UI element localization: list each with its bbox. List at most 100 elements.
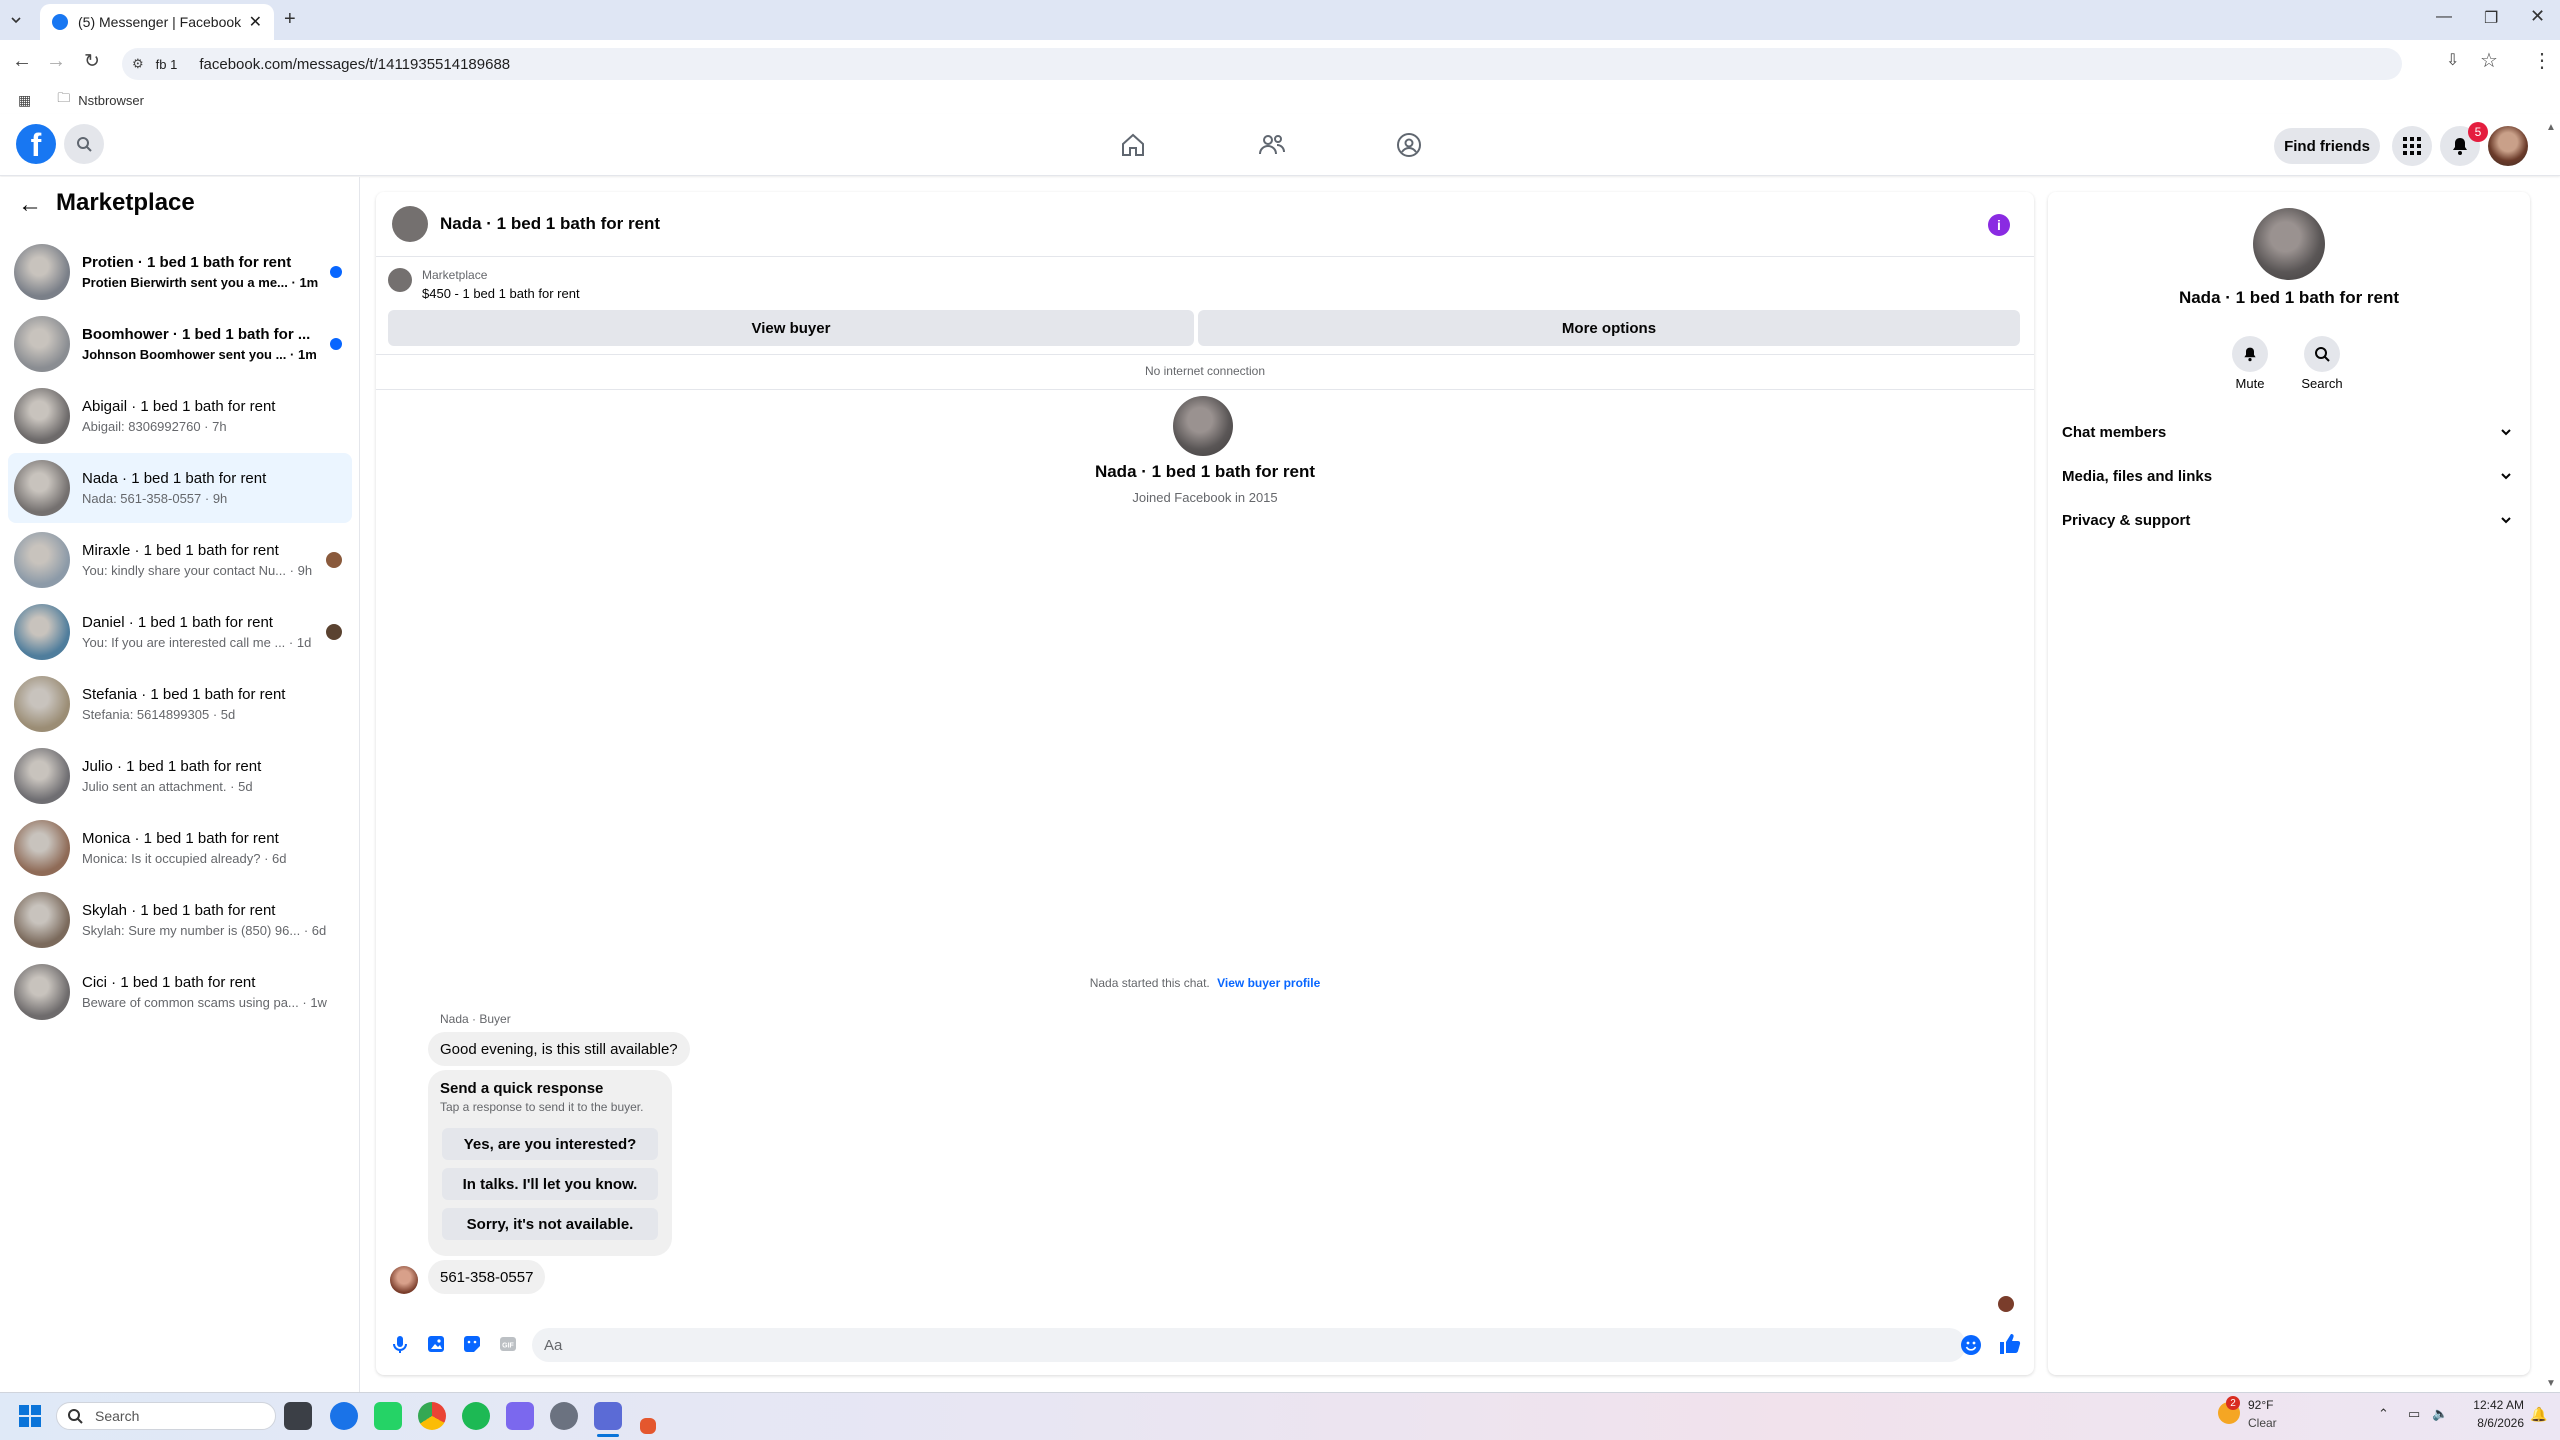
tab-close-icon[interactable]: ✕ bbox=[249, 12, 262, 32]
windows-start-icon[interactable] bbox=[18, 1404, 42, 1428]
mute-button[interactable] bbox=[2232, 336, 2268, 372]
message-input[interactable]: Aa bbox=[532, 1328, 1966, 1362]
browser-menu-icon[interactable]: ⋮ bbox=[2532, 48, 2552, 73]
section-media-files[interactable]: Media, files and links bbox=[2062, 456, 2512, 496]
find-friends-button[interactable]: Find friends bbox=[2274, 128, 2380, 164]
section-privacy-support[interactable]: Privacy & support bbox=[2062, 500, 2512, 540]
conversation-avatar bbox=[14, 964, 70, 1020]
settings-gear-icon[interactable] bbox=[550, 1402, 578, 1430]
scroll-up-icon[interactable]: ▲ bbox=[2546, 122, 2556, 133]
listing-detail[interactable]: $450 - 1 bed 1 bath for rent bbox=[422, 286, 580, 301]
info-avatar[interactable] bbox=[2253, 208, 2325, 280]
nstbrowser-icon[interactable] bbox=[594, 1402, 622, 1430]
groups-nav[interactable] bbox=[1396, 132, 1422, 158]
scroll-down-icon[interactable]: ▼ bbox=[2546, 1378, 2556, 1389]
conversation-item[interactable]: Boomhower · 1 bed 1 bath for ... Johnson … bbox=[8, 309, 352, 379]
tab-search-icon[interactable] bbox=[8, 12, 24, 28]
taskbar-search[interactable]: Search bbox=[56, 1402, 276, 1430]
weather-desc[interactable]: Clear bbox=[2248, 1416, 2277, 1430]
search-in-chat-button[interactable] bbox=[2304, 336, 2340, 372]
emoji-button[interactable] bbox=[1960, 1334, 1982, 1356]
network-icon[interactable]: ▭ bbox=[2408, 1406, 2420, 1422]
search-icon bbox=[2315, 347, 2330, 362]
volume-icon[interactable]: 🔈 bbox=[2432, 1406, 2448, 1422]
app-icon[interactable] bbox=[506, 1402, 534, 1430]
sender-avatar[interactable] bbox=[390, 1266, 418, 1294]
bookmark-star-icon[interactable]: ☆ bbox=[2480, 48, 2498, 73]
image-icon bbox=[428, 1336, 444, 1352]
view-buyer-button[interactable]: View buyer bbox=[388, 310, 1194, 346]
conversation-item[interactable]: Protien · 1 bed 1 bath for rent Protien B… bbox=[8, 237, 352, 307]
weather-temp[interactable]: 92°F bbox=[2248, 1398, 2273, 1412]
notification-bell-icon[interactable]: 🔔 bbox=[2530, 1406, 2547, 1423]
facebook-logo[interactable]: f bbox=[16, 124, 56, 164]
chat-header-avatar[interactable] bbox=[392, 206, 428, 242]
conversation-item[interactable]: Miraxle · 1 bed 1 bath for rent You: kind… bbox=[8, 525, 352, 595]
minimize-icon[interactable]: — bbox=[2436, 8, 2452, 26]
listing-thumbnail[interactable] bbox=[388, 268, 412, 292]
profile-chip[interactable]: fb 1 bbox=[156, 57, 178, 72]
message-bubble[interactable]: 561-358-0557 bbox=[428, 1260, 546, 1294]
clock-date[interactable]: 8/6/2026 bbox=[2464, 1416, 2524, 1430]
window-close-icon[interactable]: ✕ bbox=[2530, 6, 2545, 27]
apps-grid-icon[interactable]: ▦ bbox=[18, 92, 31, 109]
chrome-icon[interactable] bbox=[330, 1402, 358, 1430]
spotify-icon[interactable] bbox=[462, 1402, 490, 1430]
forward-icon[interactable]: → bbox=[46, 50, 66, 73]
back-arrow-icon[interactable]: ← bbox=[18, 191, 42, 219]
conversation-item[interactable]: Stefania · 1 bed 1 bath for rent Stefania… bbox=[8, 669, 352, 739]
quick-reply-button[interactable]: Sorry, it's not available. bbox=[442, 1208, 658, 1240]
clock-time[interactable]: 12:42 AM bbox=[2464, 1398, 2524, 1412]
info-icon[interactable]: i bbox=[1988, 214, 2010, 236]
address-bar[interactable]: ⚙ fb 1 facebook.com/messages/t/141193551… bbox=[122, 48, 2402, 80]
whatsapp-icon[interactable] bbox=[374, 1402, 402, 1430]
back-icon[interactable]: ← bbox=[12, 50, 32, 73]
conversation-item[interactable]: Julio · 1 bed 1 bath for rent Julio sent … bbox=[8, 741, 352, 811]
gif-button[interactable]: GIF bbox=[498, 1334, 518, 1354]
bookmark-folder[interactable]: Nstbrowser bbox=[78, 93, 144, 108]
new-tab-icon[interactable]: + bbox=[284, 8, 296, 31]
section-chat-members[interactable]: Chat members bbox=[2062, 412, 2512, 452]
voice-clip-button[interactable] bbox=[390, 1334, 410, 1354]
tray-chevron-icon[interactable]: ⌃ bbox=[2378, 1406, 2389, 1422]
view-buyer-profile-link[interactable]: View buyer profile bbox=[1217, 976, 1320, 990]
site-info-icon[interactable]: ⚙ bbox=[132, 56, 144, 72]
profile-photo[interactable] bbox=[1173, 396, 1233, 456]
install-app-icon[interactable]: ⇩ bbox=[2446, 50, 2459, 70]
conversation-item[interactable]: Monica · 1 bed 1 bath for rent Monica: Is… bbox=[8, 813, 352, 883]
home-nav[interactable] bbox=[1120, 132, 1146, 158]
url-text[interactable]: facebook.com/messages/t/1411935514189688 bbox=[199, 56, 510, 73]
conversation-snippet: Protien Bierwirth sent you a me... · 1m bbox=[82, 275, 319, 290]
conversation-item[interactable]: Skylah · 1 bed 1 bath for rent Skylah: Su… bbox=[8, 885, 352, 955]
conversation-item[interactable]: Cici · 1 bed 1 bath for rent Beware of co… bbox=[8, 957, 352, 1027]
quick-reply-button[interactable]: In talks. I'll let you know. bbox=[442, 1168, 658, 1200]
quick-reply-button[interactable]: Yes, are you interested? bbox=[442, 1128, 658, 1160]
menu-button[interactable] bbox=[2392, 126, 2432, 166]
friends-nav[interactable] bbox=[1258, 132, 1286, 158]
tab-title: (5) Messenger | Facebook bbox=[78, 14, 242, 30]
conversation-name: Julio · 1 bed 1 bath for rent bbox=[82, 758, 262, 775]
folder-icon: 🗀 bbox=[57, 90, 71, 105]
conversation-item[interactable]: Daniel · 1 bed 1 bath for rent You: If yo… bbox=[8, 597, 352, 667]
restore-icon[interactable]: ❐ bbox=[2484, 8, 2498, 28]
conversation-item[interactable]: Abigail · 1 bed 1 bath for rent Abigail: … bbox=[8, 381, 352, 451]
snippet-time: 1w bbox=[310, 995, 327, 1010]
like-button[interactable] bbox=[1998, 1332, 2022, 1356]
sticker-button[interactable] bbox=[462, 1334, 482, 1354]
message-bubble[interactable]: Good evening, is this still available? bbox=[428, 1032, 690, 1066]
browser-tab[interactable]: (5) Messenger | Facebook ✕ bbox=[40, 4, 274, 40]
chat-title[interactable]: Nada · 1 bed 1 bath for rent bbox=[440, 214, 660, 234]
task-view-icon[interactable] bbox=[284, 1402, 312, 1430]
attach-media-button[interactable] bbox=[426, 1334, 446, 1354]
search-button[interactable] bbox=[64, 124, 104, 164]
conversation-snippet: Monica: Is it occupied already? · 6d bbox=[82, 851, 287, 866]
profile-avatar[interactable] bbox=[2488, 126, 2528, 166]
snippet-time: 1d bbox=[296, 635, 312, 650]
more-options-button[interactable]: More options bbox=[1198, 310, 2020, 346]
conversation-snippet: Julio sent an attachment. · 5d bbox=[82, 779, 253, 794]
quick-response-card: Send a quick response Tap a response to … bbox=[428, 1070, 672, 1256]
pinned-app-icon[interactable] bbox=[640, 1418, 656, 1434]
reload-icon[interactable]: ↻ bbox=[84, 50, 100, 73]
conversation-item[interactable]: Nada · 1 bed 1 bath for rent Nada: 561-35… bbox=[8, 453, 352, 523]
chrome-profile-icon[interactable] bbox=[418, 1402, 446, 1430]
